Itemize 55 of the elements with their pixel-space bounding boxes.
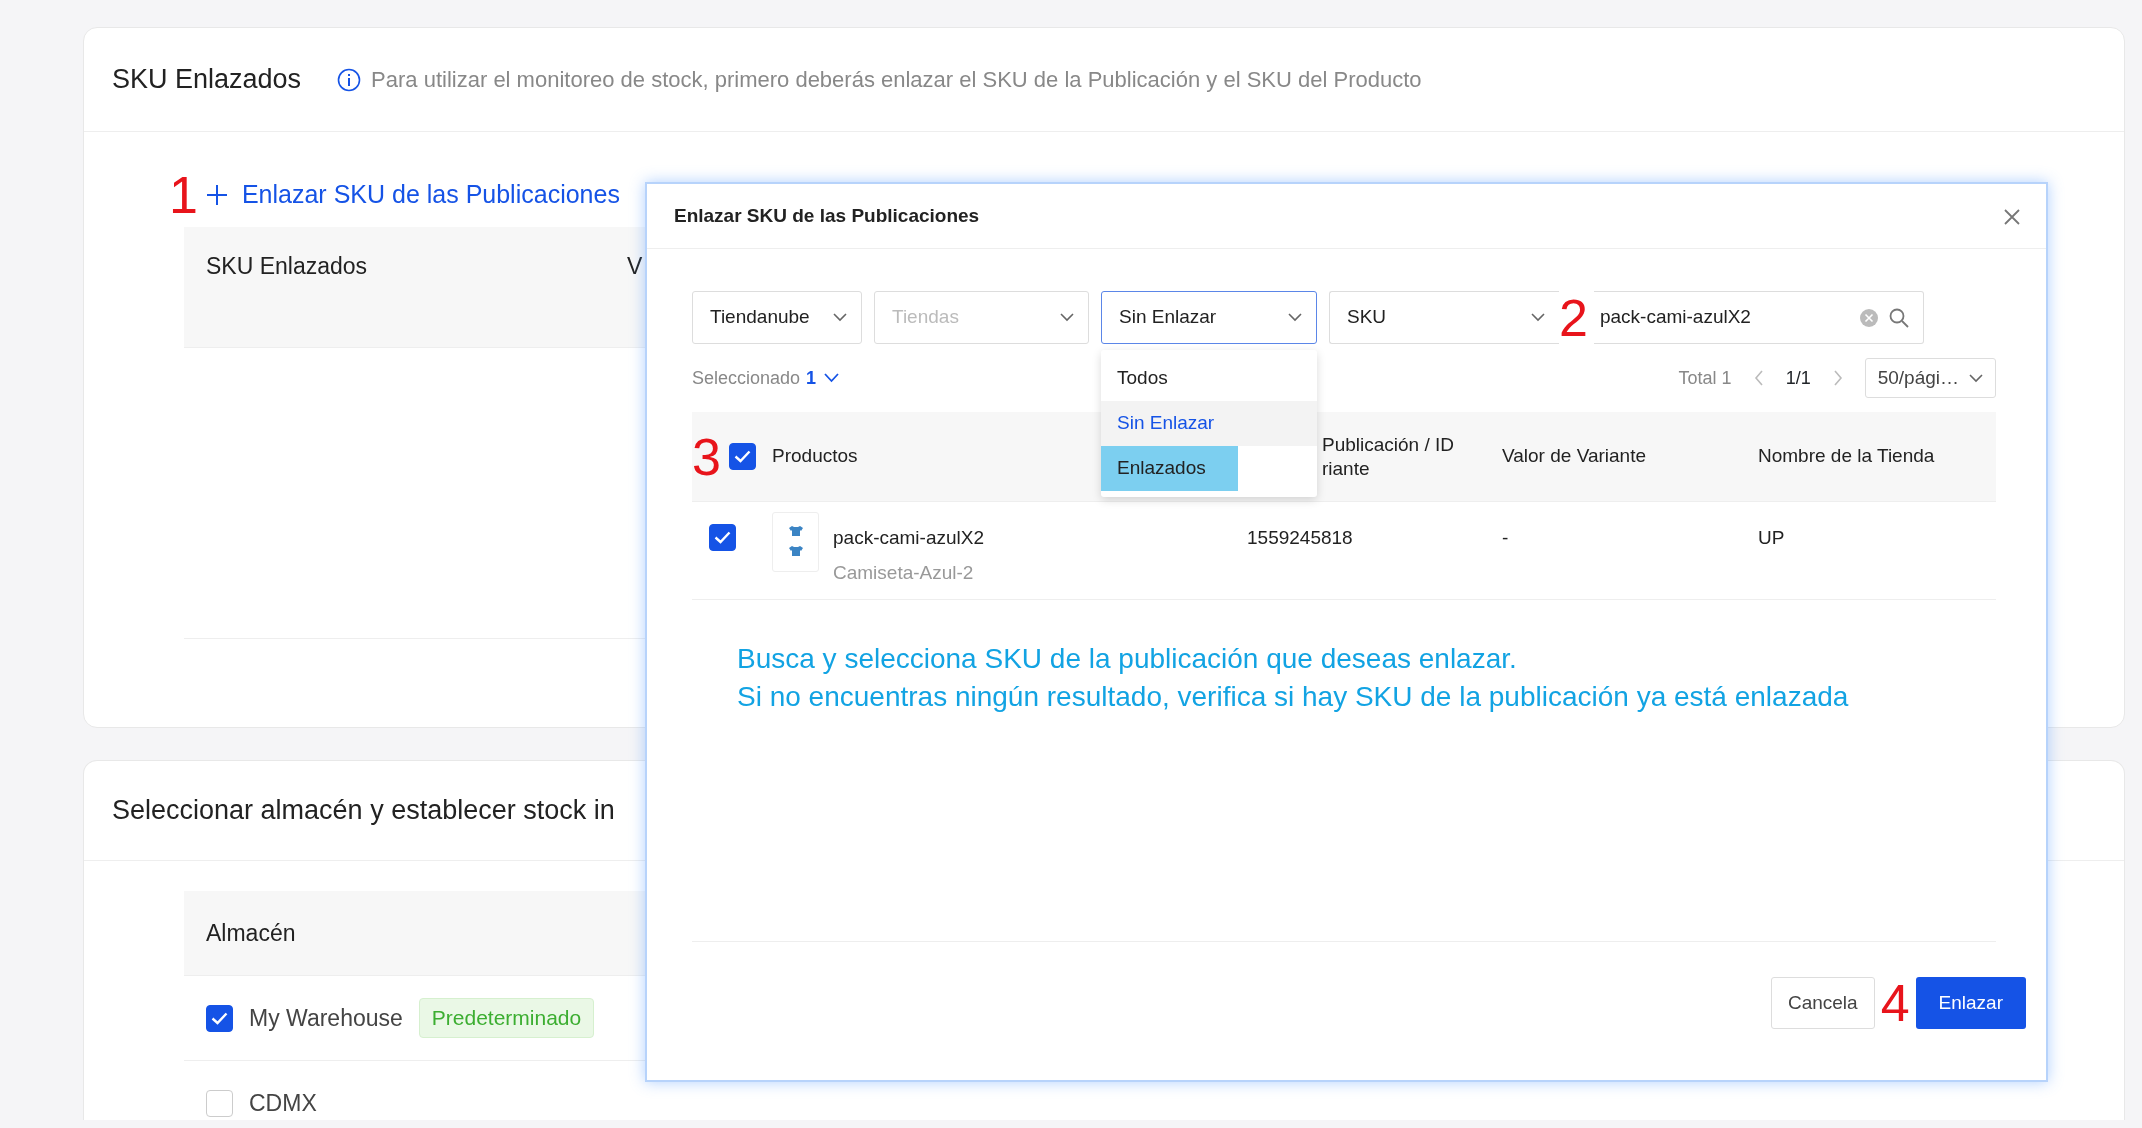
annotation-number: 1 <box>169 168 198 221</box>
select-field[interactable]: SKU <box>1329 291 1559 344</box>
variant-name: Camiseta-Azul-2 <box>833 560 975 585</box>
dialog-title: Enlazar SKU de las Publicaciones <box>674 203 980 228</box>
table-cell-text: UP <box>1758 526 1786 550</box>
total-count: Total 1 <box>1678 366 1732 390</box>
default-tag: Predeterminado <box>418 998 595 1038</box>
chevron-down-icon <box>1288 313 1302 322</box>
chevron-down-icon <box>833 313 847 322</box>
chevron-down-icon <box>1969 373 1983 383</box>
plus-icon <box>205 183 228 206</box>
cancel-button[interactable]: Cancela <box>1770 977 1875 1029</box>
search-box[interactable]: pack-cami-azulX2 <box>1593 291 1924 344</box>
page-number: 1/1 <box>1785 366 1811 390</box>
checkbox[interactable] <box>206 1004 233 1032</box>
close-icon <box>2004 208 2020 225</box>
annotation-number: 4 <box>1880 977 1910 1029</box>
checkmark-icon <box>211 1011 228 1025</box>
info-text: Para utilizar el monitoreo de stock, primero deberás enlazar el SKU de la Publicación y el SKU del Producto <box>371 66 1422 94</box>
search-icon[interactable] <box>1888 307 1909 328</box>
column-header: Productos <box>772 444 858 469</box>
checkmark-icon <box>733 450 751 463</box>
column-header: Publicación / ID riante <box>1321 432 1455 481</box>
info-icon <box>337 67 362 92</box>
card-title: Seleccionar almacén y establecer stock in <box>112 794 615 828</box>
hint-text: Si no encuentras ningún resultado, verifica si hay SKU de la publicación ya está enlazada <box>737 679 1850 714</box>
warehouse-name: My Warehouse <box>249 1003 403 1033</box>
product-name: pack-cami-azulX2 <box>833 526 984 550</box>
table-cell-text: 1559245818 <box>1247 526 1354 550</box>
chevron-down-icon <box>824 373 840 383</box>
checkbox[interactable] <box>709 524 736 551</box>
selected-count[interactable]: Seleccionado 1 <box>692 364 840 392</box>
column-header: Nombre de la Tienda <box>1758 444 1935 469</box>
confirm-button[interactable]: Enlazar <box>1915 977 2026 1029</box>
checkmark-icon <box>714 531 731 544</box>
column-header: Valor de Variante <box>1502 444 1646 469</box>
chevron-down-icon <box>1060 313 1074 322</box>
add-link[interactable]: Enlazar SKU de las Publicaciones <box>205 175 620 214</box>
dropdown-option[interactable]: Enlazados <box>1101 446 1238 491</box>
chevron-down-icon <box>1531 313 1545 322</box>
page-size-select[interactable]: 50/pági… <box>1864 358 1996 398</box>
select-field[interactable]: Tiendanube <box>692 291 862 344</box>
card-title: SKU Enlazados <box>112 63 302 97</box>
annotation-number: 2 <box>1559 291 1588 344</box>
column-header: V <box>627 252 643 281</box>
annotation-number: 3 <box>692 430 721 483</box>
table-cell-text: - <box>1502 526 1510 550</box>
search-field[interactable]: pack-cami-azulX2 <box>1597 302 1849 333</box>
column-header: Almacén <box>206 918 296 948</box>
dropdown-option[interactable]: Todos <box>1101 356 1317 401</box>
dropdown-option[interactable]: Sin Enlazar <box>1101 401 1317 446</box>
checkbox[interactable] <box>728 443 756 470</box>
column-header: SKU Enlazados <box>206 252 368 281</box>
hint-text: Busca y selecciona SKU de la publicación que deseas enlazar. <box>737 642 1518 676</box>
warehouse-name: CDMX <box>249 1088 317 1118</box>
